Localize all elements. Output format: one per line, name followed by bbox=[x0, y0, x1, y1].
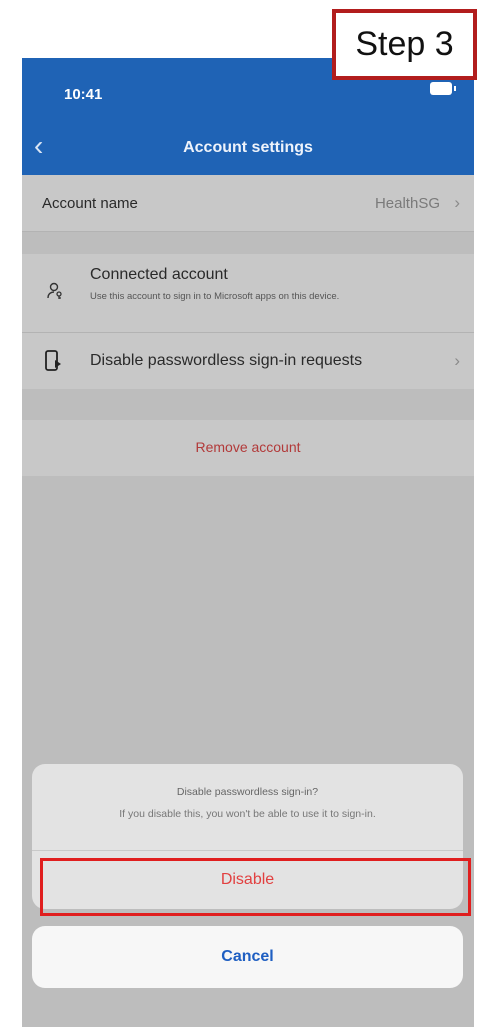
status-time: 10:41 bbox=[64, 86, 103, 103]
action-sheet-title: Disable passwordless sign-in? bbox=[176, 786, 319, 798]
connected-account-title: Connected account bbox=[90, 266, 228, 283]
disable-highlight-box bbox=[40, 858, 471, 916]
account-name-value: HealthSG bbox=[374, 195, 440, 212]
cancel-button[interactable]: Cancel bbox=[32, 926, 463, 988]
nav-bar: ‹ Account settings bbox=[22, 120, 474, 175]
step-badge: Step 3 bbox=[332, 9, 477, 80]
disable-passwordless-label: Disable passwordless sign-in requests bbox=[90, 352, 363, 369]
status-icons bbox=[430, 82, 456, 100]
remove-account-button[interactable]: Remove account bbox=[22, 439, 474, 455]
disable-passwordless-row[interactable]: Disable passwordless sign-in requests › bbox=[22, 333, 474, 389]
connected-account-row: Connected account Use this account to si… bbox=[22, 254, 474, 333]
battery-icon bbox=[430, 82, 456, 95]
page-title: Account settings bbox=[183, 139, 313, 156]
action-sheet-message: If you disable this, you won't be able t… bbox=[119, 808, 376, 820]
remove-account-row[interactable]: Remove account bbox=[22, 420, 474, 476]
person-key-icon bbox=[47, 282, 62, 299]
account-name-row[interactable]: Account name HealthSG › bbox=[22, 175, 474, 232]
account-name-label: Account name bbox=[42, 195, 138, 212]
chevron-right-icon: › bbox=[454, 351, 460, 370]
phone-icon bbox=[45, 350, 61, 371]
connected-account-description: Use this account to sign in to Microsoft… bbox=[90, 291, 340, 302]
chevron-right-icon: › bbox=[454, 193, 460, 212]
